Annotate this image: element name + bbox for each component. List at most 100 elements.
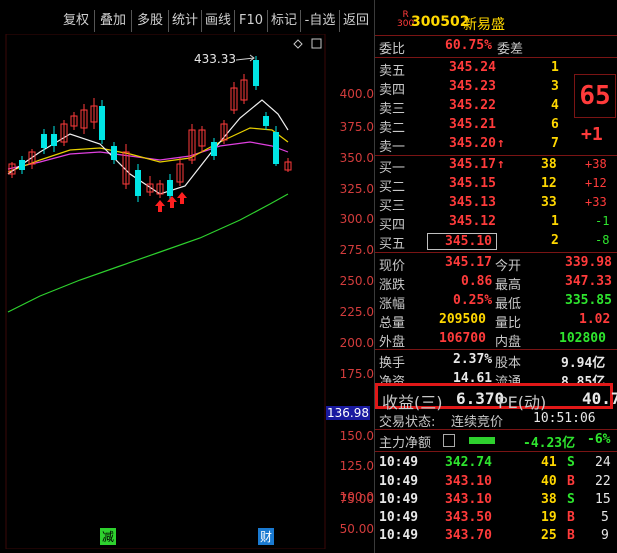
ask-row[interactable]: 卖一 345.20 ↑ 7 [375,136,613,155]
y-tick: 350.0 [339,151,374,165]
ma-short-line [7,99,289,195]
stat-value: 106700 [439,331,486,346]
stats-row: 涨幅 0.25% 最低 335.85 [375,293,613,312]
bid-price-selected[interactable]: 345.10 [427,233,497,250]
earnings-label: 收益(三) [382,393,443,412]
tick-row: 10:49 343.50 19 B 5 [375,510,613,528]
stat-label: 最高 [495,278,522,293]
tick-volume: 25 [541,528,557,543]
bid-price: 345.15 [449,176,496,191]
stat-label: 内盘 [495,335,522,350]
y-tick: 75.00 [339,492,374,506]
stats-button[interactable]: 统计 [169,10,202,32]
y-tick: 50.00 [339,522,374,536]
tick-count: 15 [595,492,611,507]
pe-value: 40.7 [582,389,617,408]
tick-price: 343.50 [445,510,492,525]
tick-row: 10:49 343.10 40 B 22 [375,474,613,492]
multi-stock-button[interactable]: 多股 [132,10,169,32]
kline-chart[interactable]: 433.33 400.0 375.0 350.0 325.0 300.0 275… [0,34,374,549]
list-icon[interactable] [443,434,455,447]
tick-volume: 19 [541,510,557,525]
stat-label: 换手 [379,356,406,371]
tick-side: B [567,510,575,525]
bid-row[interactable]: 买三 345.13 33 +33 [375,195,613,214]
ask-up-arrow: ↑ [497,136,505,151]
y-tick: 275.0 [339,243,374,257]
stat-value: 102800 [559,331,606,346]
y-tick: 125.0 [339,459,374,473]
y-tick: 325.0 [339,182,374,196]
tick-price: 342.74 [445,455,492,470]
stat-value: 8.85亿 [561,375,606,383]
weibi-value: 60.75% [445,38,492,53]
tick-row: 10:49 343.70 25 B 9 [375,528,613,546]
tick-volume: 40 [541,474,557,489]
ask-label: 卖五 [379,64,406,79]
capital-row[interactable]: 主力净额 -4.23亿 -6% [375,432,613,451]
stat-label: 最低 [495,297,522,312]
stock-name: 新易盛 [463,17,505,33]
trade-status-value: 连续竞价 [451,415,504,430]
bid-row[interactable]: 买四 345.12 1 -1 [375,214,613,233]
tick-time: 10:49 [379,455,419,470]
ask-volume: 4 [551,98,559,113]
watchlist-button[interactable]: -自选 [301,10,340,32]
f10-button[interactable]: F10 [235,10,268,32]
stat-label: 今开 [495,259,522,274]
tick-side: B [567,474,575,489]
earnings-highlight[interactable]: 收益(三) 6.370 PE(动) 40.7 [375,383,617,412]
bid-volume: 38 [541,157,557,172]
stat-label: 涨幅 [379,297,406,312]
stats-row: 换手 2.37% 股本 9.94亿 [375,352,613,371]
bid-label: 买五 [379,237,406,252]
stat-label: 总量 [379,316,406,331]
back-button[interactable]: 返回 [340,10,372,32]
weibi-row: 委比 60.75% 委差 [375,38,613,57]
fuquan-button[interactable]: 复权 [58,10,95,32]
y-tick: 225.0 [339,305,374,319]
ask-row[interactable]: 卖二 345.21 6 [375,117,613,136]
draw-line-button[interactable]: 画线 [202,10,235,32]
stat-value: 2.37% [453,352,493,367]
stock-code: 300502 [411,14,470,30]
tick-volume: 38 [541,492,557,507]
event-marker-jian[interactable]: 减 [100,528,117,545]
stat-label: 涨跌 [379,278,406,293]
tick-count: 24 [595,455,611,470]
bid-row[interactable]: 买一 345.17 ↑ 38 +38 [375,157,613,176]
ask-price: 345.24 [449,60,496,75]
stat-value: 345.17 [445,255,492,270]
big-order-badge: 65 [574,74,616,118]
stat-value: 0.86 [461,274,493,289]
capital-pct: -6% [587,432,611,447]
bid-row[interactable]: 买五 345.10 2 -8 [375,233,613,252]
bid-volume: 33 [541,195,557,210]
bid-change: -1 [595,214,610,228]
stats-row: 涨跌 0.86 最高 347.33 [375,274,613,293]
tick-time: 10:49 [379,474,419,489]
mark-button[interactable]: 标记 [268,10,301,32]
bid-label: 买一 [379,161,406,176]
event-marker-cai[interactable]: 财 [258,528,275,545]
stat-label: 流通 [495,375,522,383]
stat-label: 股本 [495,356,522,371]
tick-side: S [567,455,575,470]
high-price-label: 433.33 [194,52,236,66]
ask-label: 卖一 [379,140,406,155]
tick-count: 9 [601,528,609,543]
stats-row: 现价 345.17 今开 339.98 [375,255,613,274]
bid-row[interactable]: 买二 345.15 12 +12 [375,176,613,195]
stat-label: 外盘 [379,335,406,350]
stats-row: 净资 14.61 流通 8.85亿 [375,371,613,383]
bid-change: -8 [595,233,610,247]
kline-svg [5,34,326,549]
order-change-badge: +1 [581,124,603,145]
ask-price: 345.22 [449,98,496,113]
trade-status-row: 交易状态: 连续竞价 10:51:06 [375,411,613,430]
ask-price: 345.23 [449,79,496,94]
chart-toolbar: 复权 叠加 多股 统计 画线 F10 标记 -自选 返回 [0,10,374,34]
tick-price: 343.70 [445,528,492,543]
overlay-button[interactable]: 叠加 [95,10,132,32]
stats-row: 总量 209500 量比 1.02 [375,312,613,331]
